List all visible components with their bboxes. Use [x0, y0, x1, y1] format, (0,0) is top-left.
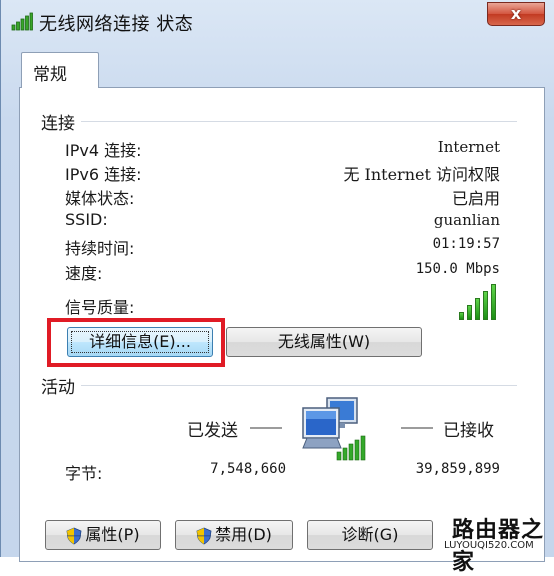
bytes-label: 字节:: [65, 464, 103, 483]
activity-divider: [81, 385, 517, 386]
duration-label: 持续时间:: [65, 239, 135, 258]
ipv4-label: IPv4 连接:: [65, 141, 142, 160]
title-bar[interactable]: 无线网络连接 状态: [1, 0, 554, 40]
status-window: 无线网络连接 状态 x 常规 连接 IPv4 连接: Internet IPv6…: [0, 0, 554, 575]
received-label: 已接收: [443, 421, 494, 441]
properties-button[interactable]: 属性(P): [45, 520, 161, 550]
uac-shield-icon: [196, 527, 212, 544]
network-computers-icon: [302, 397, 366, 461]
disable-label: 禁用(D): [215, 525, 272, 544]
close-button[interactable]: x: [487, 2, 545, 26]
ipv6-value: 无 Internet 访问权限: [343, 165, 500, 184]
received-dash: [401, 427, 433, 429]
tab-general-label: 常规: [33, 65, 67, 85]
connection-divider: [81, 121, 517, 122]
tab-general[interactable]: 常规: [21, 52, 99, 88]
duration-value: 01:19:57: [432, 236, 500, 252]
properties-label: 属性(P): [85, 525, 140, 544]
bytes-sent-value: 7,548,660: [210, 461, 286, 477]
watermark-url: LUYOUQI520.COM: [444, 540, 534, 551]
activity-group-label: 活动: [41, 378, 75, 398]
wireless-properties-label: 无线属性(W): [277, 332, 371, 351]
speed-value: 150.0 Mbps: [415, 261, 500, 277]
ipv4-value: Internet: [437, 138, 500, 156]
signal-quality-icon: [459, 283, 501, 320]
media-state-label: 媒体状态:: [65, 189, 135, 208]
ssid-value: guanlian: [433, 211, 500, 229]
diagnose-button[interactable]: 诊断(G): [307, 520, 433, 550]
ssid-label: SSID:: [65, 210, 108, 229]
highlight-box: [47, 318, 225, 367]
bytes-received-value: 39,859,899: [415, 461, 500, 477]
ipv6-label: IPv6 连接:: [65, 165, 142, 184]
close-icon: x: [510, 4, 522, 23]
sent-label: 已发送: [187, 421, 238, 441]
disable-button[interactable]: 禁用(D): [175, 520, 293, 550]
wireless-properties-button[interactable]: 无线属性(W): [226, 327, 422, 357]
window-title: 无线网络连接 状态: [39, 14, 194, 35]
signal-quality-label: 信号质量:: [65, 298, 135, 317]
uac-shield-icon: [66, 527, 82, 544]
diagnose-label: 诊断(G): [341, 525, 399, 544]
connection-group-label: 连接: [41, 114, 75, 134]
speed-label: 速度:: [65, 264, 103, 283]
media-state-value: 已启用: [451, 189, 500, 208]
sent-dash: [250, 427, 282, 429]
signal-strength-icon: [11, 12, 33, 31]
